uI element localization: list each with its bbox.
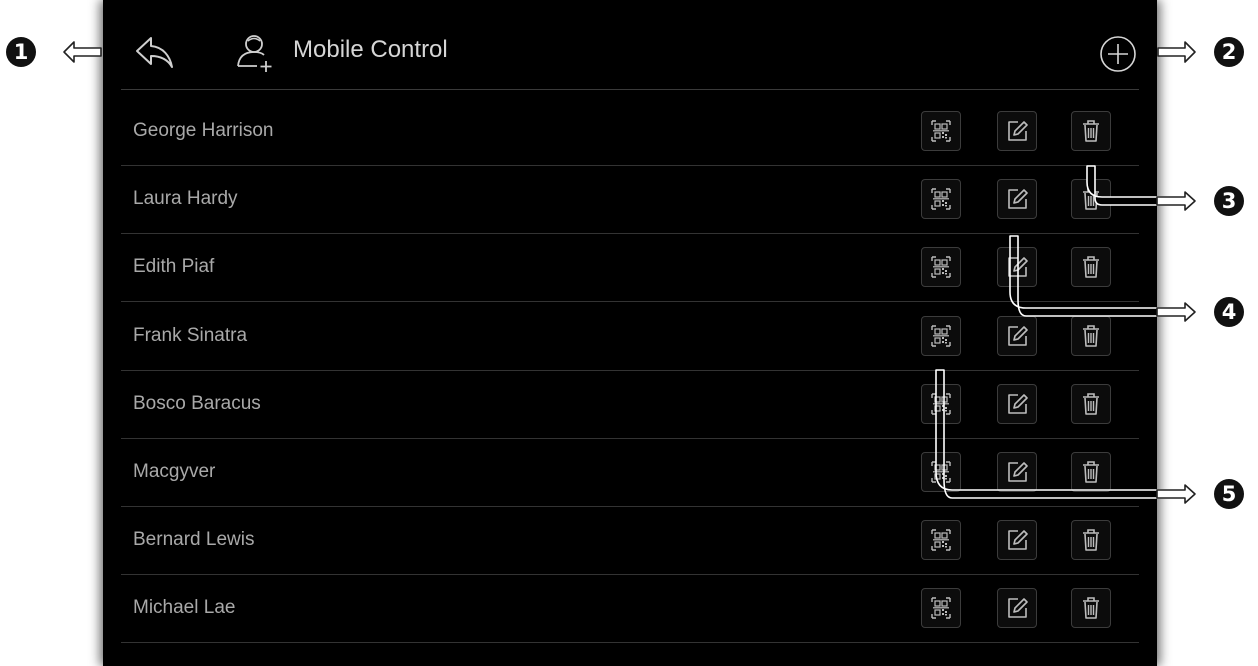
user-name: Michael Lae	[133, 597, 236, 618]
trash-icon	[1083, 325, 1099, 347]
trash-icon	[1083, 256, 1099, 278]
callout-arrow-2	[1157, 41, 1196, 63]
edit-icon	[1008, 326, 1028, 346]
back-arrow-icon	[136, 37, 173, 68]
add-button[interactable]	[1098, 34, 1138, 74]
delete-button[interactable]	[1071, 247, 1111, 287]
user-name: Frank Sinatra	[133, 325, 248, 346]
trash-icon	[1083, 597, 1099, 619]
edit-button[interactable]	[997, 452, 1037, 492]
list-item[interactable]: George Harrison	[121, 98, 1139, 166]
edit-icon	[1008, 394, 1028, 414]
user-name: Bosco Baracus	[133, 393, 261, 414]
user-add-icon	[233, 30, 277, 74]
list-item[interactable]: Laura Hardy	[121, 166, 1139, 234]
list-item[interactable]: Bernard Lewis	[121, 507, 1139, 575]
header-divider	[121, 89, 1139, 90]
qr-code-icon	[931, 393, 951, 415]
user-name: George Harrison	[133, 120, 274, 141]
qr-code-icon	[931, 325, 951, 347]
list-item[interactable]: Frank Sinatra	[121, 303, 1139, 371]
callout-number-1: 1	[6, 37, 36, 67]
qr-code-button[interactable]	[921, 588, 961, 628]
list-item[interactable]: Macgyver	[121, 439, 1139, 507]
edit-button[interactable]	[997, 384, 1037, 424]
delete-button[interactable]	[1071, 588, 1111, 628]
edit-button[interactable]	[997, 247, 1037, 287]
delete-button[interactable]	[1071, 384, 1111, 424]
delete-button[interactable]	[1071, 520, 1111, 560]
qr-code-button[interactable]	[921, 520, 961, 560]
trash-icon	[1083, 461, 1099, 483]
user-name: Laura Hardy	[133, 188, 238, 209]
qr-code-button[interactable]	[921, 384, 961, 424]
trash-icon	[1083, 188, 1099, 210]
qr-code-button[interactable]	[921, 247, 961, 287]
qr-code-icon	[931, 461, 951, 483]
qr-code-button[interactable]	[921, 179, 961, 219]
edit-button[interactable]	[997, 179, 1037, 219]
delete-button[interactable]	[1071, 111, 1111, 151]
callout-number-2: 2	[1214, 37, 1244, 67]
edit-icon	[1008, 530, 1028, 550]
header-bar: Mobile Control	[103, 0, 1157, 90]
delete-button[interactable]	[1071, 452, 1111, 492]
edit-icon	[1008, 189, 1028, 209]
callout-number-3: 3	[1214, 186, 1244, 216]
edit-icon	[1008, 121, 1028, 141]
user-name: Macgyver	[133, 461, 216, 482]
delete-button[interactable]	[1071, 179, 1111, 219]
trash-icon	[1083, 393, 1099, 415]
qr-code-icon	[931, 188, 951, 210]
qr-code-icon	[931, 529, 951, 551]
edit-button[interactable]	[997, 316, 1037, 356]
edit-button[interactable]	[997, 520, 1037, 560]
edit-icon	[1008, 257, 1028, 277]
callout-number-4: 4	[1214, 297, 1244, 327]
callout-number-5: 5	[1214, 479, 1244, 509]
trash-icon	[1083, 529, 1099, 551]
list-item[interactable]: Bosco Baracus	[121, 371, 1139, 439]
qr-code-icon	[931, 120, 951, 142]
edit-icon	[1008, 598, 1028, 618]
list-item[interactable]: Edith Piaf	[121, 234, 1139, 302]
qr-code-icon	[931, 256, 951, 278]
trash-icon	[1083, 120, 1099, 142]
delete-button[interactable]	[1071, 316, 1111, 356]
qr-code-icon	[931, 597, 951, 619]
qr-code-button[interactable]	[921, 111, 961, 151]
qr-code-button[interactable]	[921, 316, 961, 356]
list-item[interactable]: Michael Lae	[121, 575, 1139, 643]
edit-icon	[1008, 462, 1028, 482]
mobile-control-panel: Mobile Control George Harrison Laura Hard…	[103, 0, 1157, 666]
edit-button[interactable]	[997, 588, 1037, 628]
user-name: Edith Piaf	[133, 256, 215, 277]
plus-circle-icon	[1100, 36, 1136, 72]
page-title: Mobile Control	[293, 36, 448, 63]
edit-button[interactable]	[997, 111, 1037, 151]
qr-code-button[interactable]	[921, 452, 961, 492]
back-button[interactable]	[131, 32, 177, 72]
user-name: Bernard Lewis	[133, 529, 255, 550]
callout-arrow-1	[63, 41, 102, 63]
